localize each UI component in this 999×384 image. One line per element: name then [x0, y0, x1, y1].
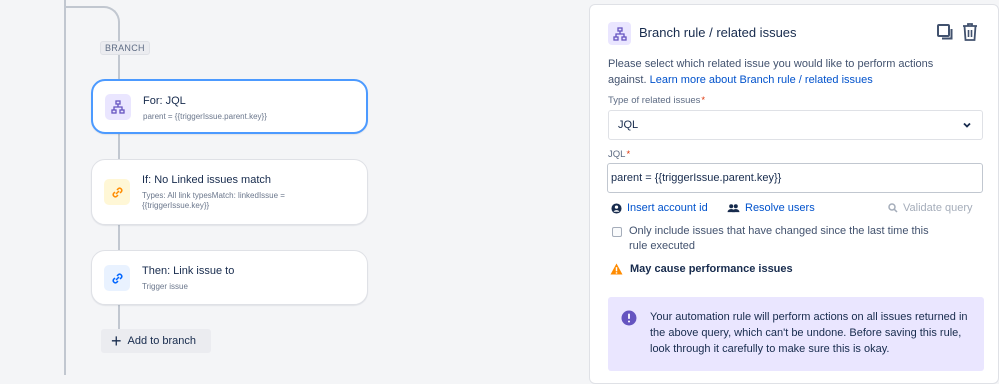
info-icon: [621, 310, 637, 326]
warning-icon: [610, 263, 623, 275]
rule-canvas: BRANCH For: JQL parent = {{triggerIssue.…: [0, 0, 585, 375]
panel-title: Branch rule / related issues: [639, 25, 797, 40]
chevron-down-icon: [963, 122, 971, 128]
trash-icon[interactable]: [960, 21, 980, 43]
branch-card-for-jql[interactable]: For: JQL parent = {{triggerIssue.parent.…: [91, 79, 368, 134]
jql-input[interactable]: parent = {{triggerIssue.parent.key}}: [607, 163, 983, 193]
card-subtitle: parent = {{triggerIssue.parent.key}}: [143, 112, 267, 121]
type-of-related-issues-select[interactable]: JQL: [608, 110, 983, 140]
insert-account-id-button[interactable]: Insert account id: [611, 200, 708, 216]
resolve-users-label: Resolve users: [745, 202, 815, 214]
component-config-panel: Branch rule / related issues Please sele…: [589, 4, 999, 384]
card-title: If: No Linked issues match: [142, 174, 272, 186]
warning-text: May cause performance issues: [630, 263, 793, 275]
validate-query-label: Validate query: [903, 202, 973, 214]
resolve-users-button[interactable]: Resolve users: [727, 200, 815, 216]
user-circle-icon: [611, 202, 622, 214]
main-flow-line: [64, 0, 66, 375]
info-message: Your automation rule will perform action…: [608, 297, 984, 371]
performance-warning: May cause performance issues: [610, 263, 793, 275]
branch-connector: [64, 6, 120, 46]
add-to-branch-label: Add to branch: [127, 335, 197, 347]
branch-icon: [608, 22, 631, 45]
type-of-related-issues-label: Type of related issues*: [608, 95, 706, 106]
field-label-text: Type of related issues: [608, 95, 701, 106]
changed-since-last-run-checkbox[interactable]: [612, 227, 622, 237]
link-icon: [104, 265, 130, 291]
validate-query-button[interactable]: Validate query: [888, 200, 973, 216]
card-title: For: JQL: [143, 95, 186, 107]
jql-label: JQL*: [608, 149, 631, 160]
link-icon: [104, 179, 130, 205]
learn-more-link[interactable]: Learn more about Branch rule / related i…: [650, 74, 873, 86]
select-value: JQL: [618, 119, 639, 131]
branch-icon: [105, 94, 131, 120]
users-icon: [727, 203, 740, 212]
card-subtitle: Types: All link typesMatch: linkedIssue …: [142, 191, 285, 210]
plus-icon: +: [111, 331, 122, 351]
field-label-text: JQL: [608, 149, 626, 160]
condition-card-no-linked-issues[interactable]: If: No Linked issues match Types: All li…: [91, 159, 368, 225]
checkbox-label: Only include issues that have changed si…: [629, 225, 929, 252]
action-card-link-issue[interactable]: Then: Link issue to Trigger issue: [91, 250, 368, 305]
card-subtitle: Trigger issue: [142, 282, 188, 291]
card-title: Then: Link issue to: [142, 265, 235, 277]
branch-label: BRANCH: [100, 41, 150, 55]
copy-icon[interactable]: [935, 21, 955, 43]
jql-input-value: parent = {{triggerIssue.parent.key}}: [611, 172, 782, 184]
add-to-branch-button[interactable]: + Add to branch: [101, 329, 211, 353]
panel-description: Please select which related issue you wo…: [608, 56, 938, 88]
search-icon: [888, 203, 898, 213]
info-text: Your automation rule will perform action…: [650, 311, 968, 355]
insert-account-id-label: Insert account id: [627, 202, 708, 214]
